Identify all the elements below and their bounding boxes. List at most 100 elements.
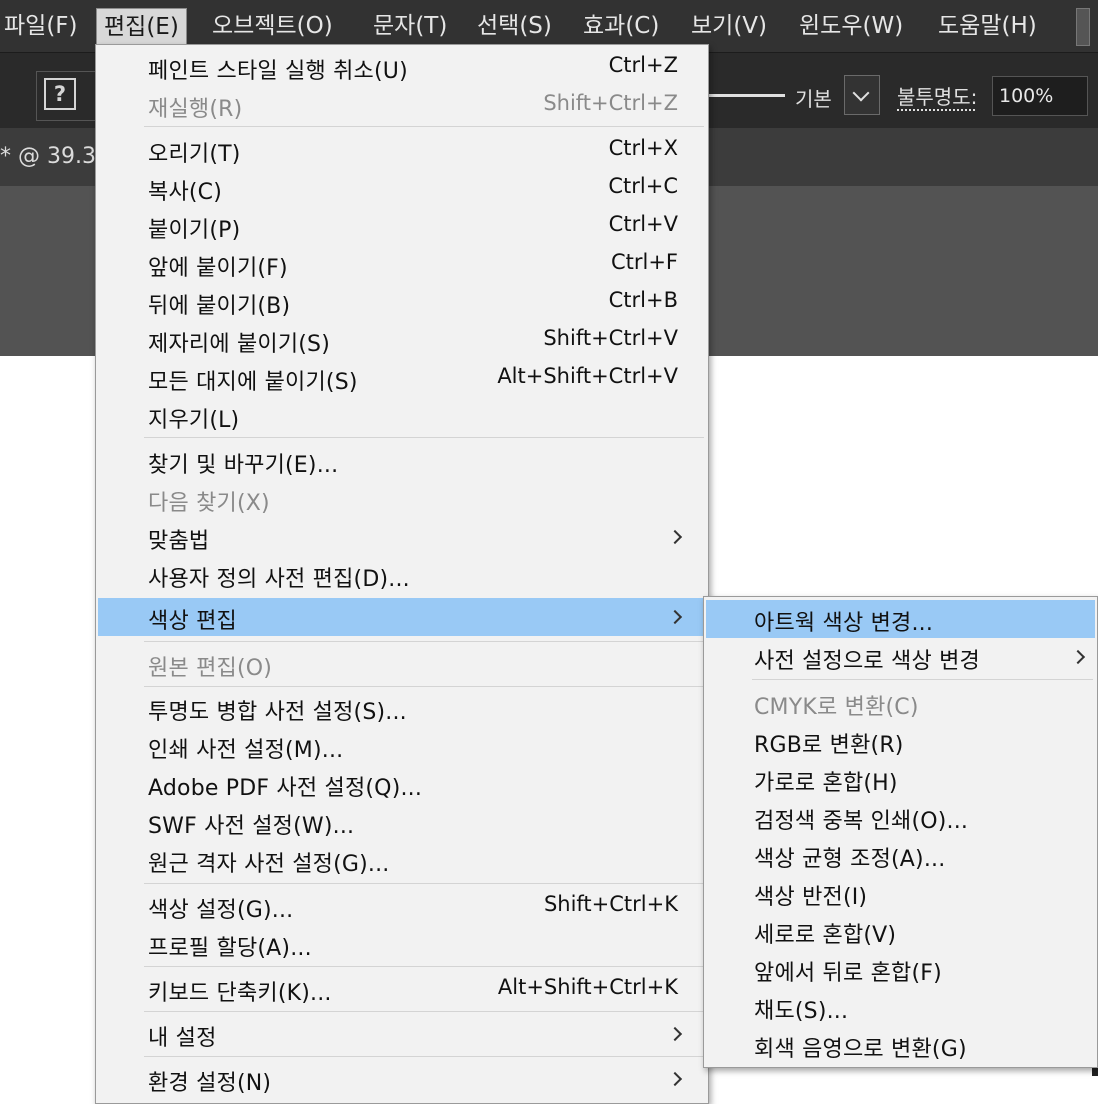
submenu-item-invert-colors[interactable]: 색상 반전(I) — [706, 874, 1095, 912]
submenu-item-blend-vertically[interactable]: 세로로 혼합(V) — [706, 912, 1095, 950]
menu-item-paste[interactable]: 붙이기(P) Ctrl+V — [98, 207, 706, 245]
menu-item-redo: 재실행(R) Shift+Ctrl+Z — [98, 86, 706, 124]
menu-item-shortcut: Ctrl+F — [610, 250, 678, 274]
menu-item-label: CMYK로 변환(C) — [754, 695, 919, 720]
menu-item-label: 원근 격자 사전 설정(G)... — [148, 852, 390, 877]
menu-item-label: Adobe PDF 사전 설정(Q)... — [148, 776, 423, 801]
menu-item-edit-original: 원본 편집(O) — [98, 645, 706, 683]
menu-item-print-presets[interactable]: 인쇄 사전 설정(M)... — [98, 727, 706, 765]
menu-item-shortcut: Alt+Shift+Ctrl+K — [497, 975, 678, 999]
chevron-down-icon — [852, 84, 870, 102]
unknown-object-icon[interactable]: ? — [44, 78, 76, 110]
menu-item-label: RGB로 변환(R) — [754, 733, 904, 758]
menu-separator — [144, 437, 704, 438]
menu-item-label: 인쇄 사전 설정(M)... — [148, 738, 344, 763]
menu-item-pdf-presets[interactable]: Adobe PDF 사전 설정(Q)... — [98, 765, 706, 803]
menu-separator — [144, 966, 704, 967]
menu-item-label: 색상 편집 — [148, 609, 237, 634]
menu-item-label: 다음 찾기(X) — [148, 491, 270, 516]
menu-item-paste-all-artboards[interactable]: 모든 대지에 붙이기(S) Alt+Shift+Ctrl+V — [98, 359, 706, 397]
submenu-item-blend-horizontally[interactable]: 가로로 혼합(H) — [706, 760, 1095, 798]
submenu-item-overprint-black[interactable]: 검정색 중복 인쇄(O)... — [706, 798, 1095, 836]
menu-file[interactable]: 파일(F) — [4, 0, 78, 52]
menu-item-clear[interactable]: 지우기(L) — [98, 397, 706, 435]
menu-item-label: 색상 반전(I) — [754, 885, 868, 910]
menu-item-find-replace[interactable]: 찾기 및 바꾸기(E)... — [98, 442, 706, 480]
submenu-item-adjust-color-balance[interactable]: 색상 균형 조정(A)... — [706, 836, 1095, 874]
chevron-right-icon — [1070, 649, 1086, 665]
menu-item-color-settings[interactable]: 색상 설정(G)... Shift+Ctrl+K — [98, 887, 706, 925]
menu-item-undo[interactable]: 페인트 스타일 실행 취소(U) Ctrl+Z — [98, 48, 706, 86]
menu-item-label: 색상 설정(G)... — [148, 898, 294, 923]
menu-item-label: 지우기(L) — [148, 408, 240, 433]
submenu-item-recolor-with-preset[interactable]: 사전 설정으로 색상 변경 — [706, 638, 1095, 676]
menu-item-label: SWF 사전 설정(W)... — [148, 814, 355, 839]
menu-item-label: 제자리에 붙이기(S) — [148, 332, 331, 357]
menu-item-copy[interactable]: 복사(C) Ctrl+C — [98, 169, 706, 207]
menu-separator — [144, 1056, 704, 1057]
submenu-item-convert-grayscale[interactable]: 회색 음영으로 변환(G) — [706, 1026, 1095, 1064]
menu-item-shortcut: Shift+Ctrl+Z — [543, 91, 678, 115]
menu-item-label: 붙이기(P) — [148, 218, 241, 243]
menu-item-edit-colors[interactable]: 색상 편집 — [98, 598, 706, 636]
menu-item-label: 사전 설정으로 색상 변경 — [754, 649, 980, 674]
menu-item-shortcut: Ctrl+C — [608, 174, 678, 198]
menu-item-assign-profile[interactable]: 프로필 할당(A)... — [98, 925, 706, 963]
menu-separator — [752, 679, 1093, 680]
menu-separator — [144, 1011, 704, 1012]
menu-help[interactable]: 도움말(H) — [938, 0, 1037, 52]
menu-item-label: 앞에 붙이기(F) — [148, 256, 288, 281]
menu-item-shortcut: Ctrl+Z — [608, 53, 678, 77]
menu-item-transparency-flattener-presets[interactable]: 투명도 병합 사전 설정(S)... — [98, 689, 706, 727]
menu-item-paste-in-front[interactable]: 앞에 붙이기(F) Ctrl+F — [98, 245, 706, 283]
menu-separator — [144, 883, 704, 884]
menu-item-label: 맞춤법 — [148, 529, 210, 554]
menu-item-shortcut: Shift+Ctrl+K — [543, 892, 678, 916]
submenu-item-saturate[interactable]: 채도(S)... — [706, 988, 1095, 1026]
submenu-item-recolor-artwork[interactable]: 아트웍 색상 변경... — [706, 600, 1095, 638]
menu-item-label: 투명도 병합 사전 설정(S)... — [148, 700, 407, 725]
menu-item-label: 채도(S)... — [754, 999, 849, 1024]
workspace-switcher[interactable] — [1076, 8, 1090, 46]
menu-window[interactable]: 윈도우(W) — [799, 0, 903, 52]
menu-item-spelling[interactable]: 맞춤법 — [98, 518, 706, 556]
menu-item-perspective-grid-presets[interactable]: 원근 격자 사전 설정(G)... — [98, 841, 706, 879]
chevron-right-icon — [667, 1071, 683, 1087]
chevron-right-icon — [667, 1026, 683, 1042]
menu-item-label: 프로필 할당(A)... — [148, 936, 312, 961]
menu-separator — [144, 126, 704, 127]
menu-item-shortcut: Alt+Shift+Ctrl+V — [497, 364, 678, 388]
menu-edit[interactable]: 편집(E) — [96, 8, 187, 46]
menu-item-label: 색상 균형 조정(A)... — [754, 847, 946, 872]
menu-item-label: 앞에서 뒤로 혼합(F) — [754, 961, 942, 986]
menu-item-paste-in-place[interactable]: 제자리에 붙이기(S) Shift+Ctrl+V — [98, 321, 706, 359]
submenu-item-convert-rgb[interactable]: RGB로 변환(R) — [706, 722, 1095, 760]
menu-item-find-next: 다음 찾기(X) — [98, 480, 706, 518]
menu-item-my-settings[interactable]: 내 설정 — [98, 1015, 706, 1053]
menu-item-label: 키보드 단축키(K)... — [148, 981, 332, 1006]
menu-item-shortcut: Ctrl+X — [608, 136, 678, 160]
menu-item-cut[interactable]: 오리기(T) Ctrl+X — [98, 131, 706, 169]
chevron-right-icon — [667, 609, 683, 625]
stroke-style-dropdown[interactable] — [844, 75, 880, 115]
chevron-right-icon — [667, 529, 683, 545]
stroke-style-label: 기본 — [795, 87, 832, 111]
menu-item-edit-custom-dictionary[interactable]: 사용자 정의 사전 편집(D)... — [98, 556, 706, 594]
menu-item-paste-in-back[interactable]: 뒤에 붙이기(B) Ctrl+B — [98, 283, 706, 321]
menu-item-keyboard-shortcuts[interactable]: 키보드 단축키(K)... Alt+Shift+Ctrl+K — [98, 970, 706, 1008]
menu-item-preferences[interactable]: 환경 설정(N) — [98, 1060, 706, 1098]
menu-item-label: 환경 설정(N) — [148, 1071, 272, 1096]
menu-item-label: 원본 편집(O) — [148, 656, 273, 681]
document-tab[interactable]: * @ 39.3 — [0, 144, 96, 169]
opacity-input[interactable]: 100% — [992, 76, 1088, 116]
menu-item-shortcut: Shift+Ctrl+V — [543, 326, 678, 350]
menu-item-label: 가로로 혼합(H) — [754, 771, 898, 796]
edit-colors-submenu: 아트웍 색상 변경... 사전 설정으로 색상 변경 CMYK로 변환(C) R… — [703, 596, 1098, 1068]
opacity-label[interactable]: 불투명도: — [897, 81, 977, 110]
menu-item-label: 복사(C) — [148, 180, 223, 205]
menu-item-label: 검정색 중복 인쇄(O)... — [754, 809, 969, 834]
menu-item-swf-presets[interactable]: SWF 사전 설정(W)... — [98, 803, 706, 841]
edit-menu: 페인트 스타일 실행 취소(U) Ctrl+Z 재실행(R) Shift+Ctr… — [95, 44, 709, 1104]
menu-item-label: 찾기 및 바꾸기(E)... — [148, 453, 339, 478]
submenu-item-blend-front-to-back[interactable]: 앞에서 뒤로 혼합(F) — [706, 950, 1095, 988]
